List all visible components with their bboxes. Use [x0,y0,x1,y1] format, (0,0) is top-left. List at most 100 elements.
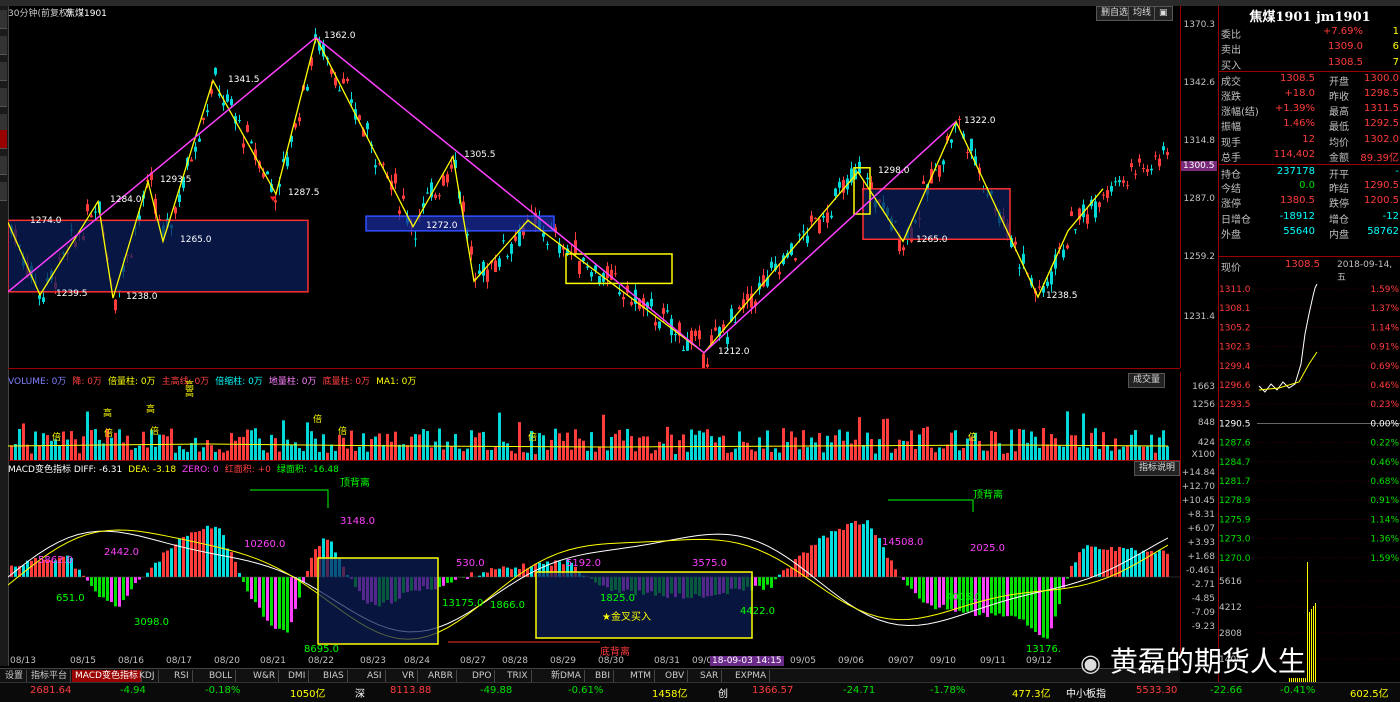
quote-label-2: 昨收 [1329,88,1349,103]
indicator-tab[interactable]: KDJ [136,670,159,682]
indicator-tab[interactable]: MACD变色指标 [72,670,142,682]
indicator-tab[interactable]: TRIX [504,670,532,682]
kline-svg [8,6,1180,368]
indicator-tab[interactable]: 指标平台 [28,670,71,682]
candle-body [1122,180,1125,182]
candle-body [1126,185,1129,186]
toolbar-button[interactable] [0,10,7,29]
price-pivot-label: 1265.0 [180,235,212,245]
volume-bar [1086,448,1089,460]
indicator-tab[interactable]: 新DMA [548,670,585,682]
indicator-tab[interactable]: RSI [171,670,193,682]
macd-histogram-bar [1022,577,1025,620]
quote-value: 1309.0 [1328,41,1363,52]
toolbar-button[interactable] [0,156,7,175]
macd-axis-label: -2.71 [1192,580,1215,590]
indicator-tab[interactable]: DPO [469,670,495,682]
volume-bar [358,447,361,460]
candle-body [794,258,797,260]
macd-area-label: 14508.0 [882,537,923,548]
indicator-tab[interactable]: MTM [627,670,655,682]
indicator-tab[interactable]: BIAS [320,670,348,682]
volume-bar [486,450,489,460]
volume-bar [362,433,365,460]
macd-histogram-bar [30,561,33,577]
macd-area-label: 3575.0 [692,558,727,569]
volume-bar [1126,445,1129,460]
volume-bar [1014,451,1017,460]
macd-histogram-bar [930,577,933,605]
toolbar-button[interactable] [0,88,7,107]
macd-histogram-bar [822,536,825,577]
macd-histogram-bar [858,525,861,577]
macd-histogram-bar [250,577,253,599]
date-label: 09/11 [980,656,1006,666]
volume-axis-label: X100 [1192,450,1215,460]
volume-bar [22,423,25,460]
macd-histogram-bar [118,577,121,607]
volume-double-mark: 倍 [104,426,113,439]
volume-bar [1058,446,1061,460]
volume-bar [378,433,381,460]
candle-body [1062,250,1065,258]
volume-bar [1018,429,1021,460]
volume-bar [138,446,141,460]
toolbar-button-active[interactable] [0,130,7,149]
mini-axis-label: 1273.0 [1219,535,1251,545]
volume-bar [946,444,949,460]
volume-bar [934,452,937,460]
indicator-tab[interactable]: BBI [592,670,614,682]
indicator-tab[interactable]: OBV [662,670,688,682]
candle-body [374,165,377,167]
indicator-tab[interactable]: 设置 [2,670,27,682]
quote-row: 涨幅(结)+1.39%最高1311.5 [1219,102,1400,117]
quote-title: 焦煤1901 jm1901 [1219,6,1400,24]
indicator-tab[interactable]: ASI [364,670,386,682]
volume-bar [390,442,393,460]
volume-bar [446,442,449,460]
macd-histogram-bar [1154,553,1157,577]
macd-histogram-bar [1026,577,1029,626]
volume-bar [630,436,633,460]
indicator-tab[interactable]: ARBR [425,670,457,682]
candle-body [242,144,245,148]
macd-histogram-bar [242,577,245,582]
quote-label-2: 昨结 [1329,180,1349,195]
mini-axis-pct: 0.00% [1370,419,1399,429]
candle-body [506,256,509,257]
indicator-tab[interactable]: EXPMA [732,670,770,682]
volume-bar [1066,411,1069,460]
candle-body [346,79,349,81]
macd-histogram-bar [986,577,989,617]
macd-histogram-bar [1006,577,1009,616]
macd-histogram-bar [274,577,277,629]
volume-bar [710,436,713,460]
macd-histogram-bar [782,570,785,577]
toolbar-button[interactable] [0,36,7,55]
status-bar: 2681.64 -4.94 -0.18% 1050亿 深 8113.88 -49… [0,682,1400,702]
indicator-tab[interactable]: DMI [285,670,309,682]
main-kline-chart[interactable]: 30分钟(前复权) 焦煤1901 删自选 均线 ▣ 1362.01341.513… [8,6,1180,369]
candle-body [590,272,593,277]
toolbar-button[interactable] [0,62,7,81]
macd-histogram-bar [206,526,209,577]
sh-index-change: -4.94 [120,685,146,696]
macd-histogram-bar [466,577,469,579]
indicator-tab[interactable]: BOLL [206,670,236,682]
candle-body [1138,159,1141,163]
indicator-tab[interactable]: VR [399,670,418,682]
macd-histogram-bar [758,577,761,586]
volume-bar [134,448,137,460]
indicator-tab[interactable]: W&R [250,670,279,682]
candle-body [770,262,773,268]
sz-index-change: -49.88 [480,685,512,696]
quote-value-2: 1311.5 [1364,103,1399,114]
indicator-tab[interactable]: SAR [697,670,722,682]
candle-body [922,181,925,184]
mini-axis-pct: 0.46% [1370,381,1399,391]
zx-index-change: -22.66 [1210,685,1242,696]
price-pivot-label: 1298.0 [878,166,910,176]
volume-bar [610,437,613,460]
toolbar-button[interactable] [0,182,7,201]
volume-bar [794,437,797,460]
